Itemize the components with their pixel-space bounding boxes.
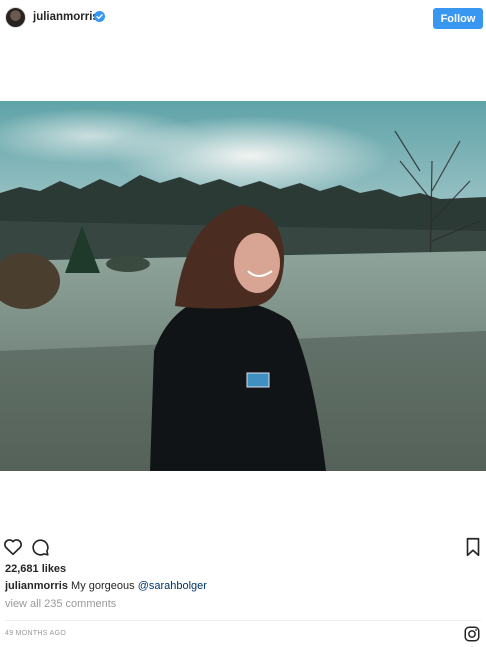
photo-illustration (0, 101, 486, 471)
instagram-logo-icon[interactable] (463, 625, 481, 643)
action-bar (0, 536, 486, 560)
post-caption: julianmorris My gorgeous @sarahbolger (5, 580, 207, 592)
follow-button[interactable]: Follow (433, 8, 483, 29)
post-timestamp: 49 MONTHS AGO (5, 630, 67, 637)
bookmark-icon[interactable] (462, 536, 484, 558)
verified-badge-icon (94, 11, 105, 22)
post-photo[interactable] (0, 101, 486, 471)
caption-text: My gorgeous (71, 580, 135, 592)
heart-icon[interactable] (2, 536, 24, 558)
caption-username[interactable]: julianmorris (5, 580, 68, 592)
comment-icon[interactable] (29, 536, 51, 558)
likes-count[interactable]: 22,681 likes (5, 563, 66, 575)
divider (5, 620, 481, 621)
view-comments-link[interactable]: view all 235 comments (5, 598, 116, 610)
username[interactable]: julianmorris (33, 11, 99, 23)
caption-mention[interactable]: @sarahbolger (138, 580, 207, 592)
post-header: julianmorris Follow (0, 0, 486, 38)
avatar[interactable] (5, 7, 26, 28)
